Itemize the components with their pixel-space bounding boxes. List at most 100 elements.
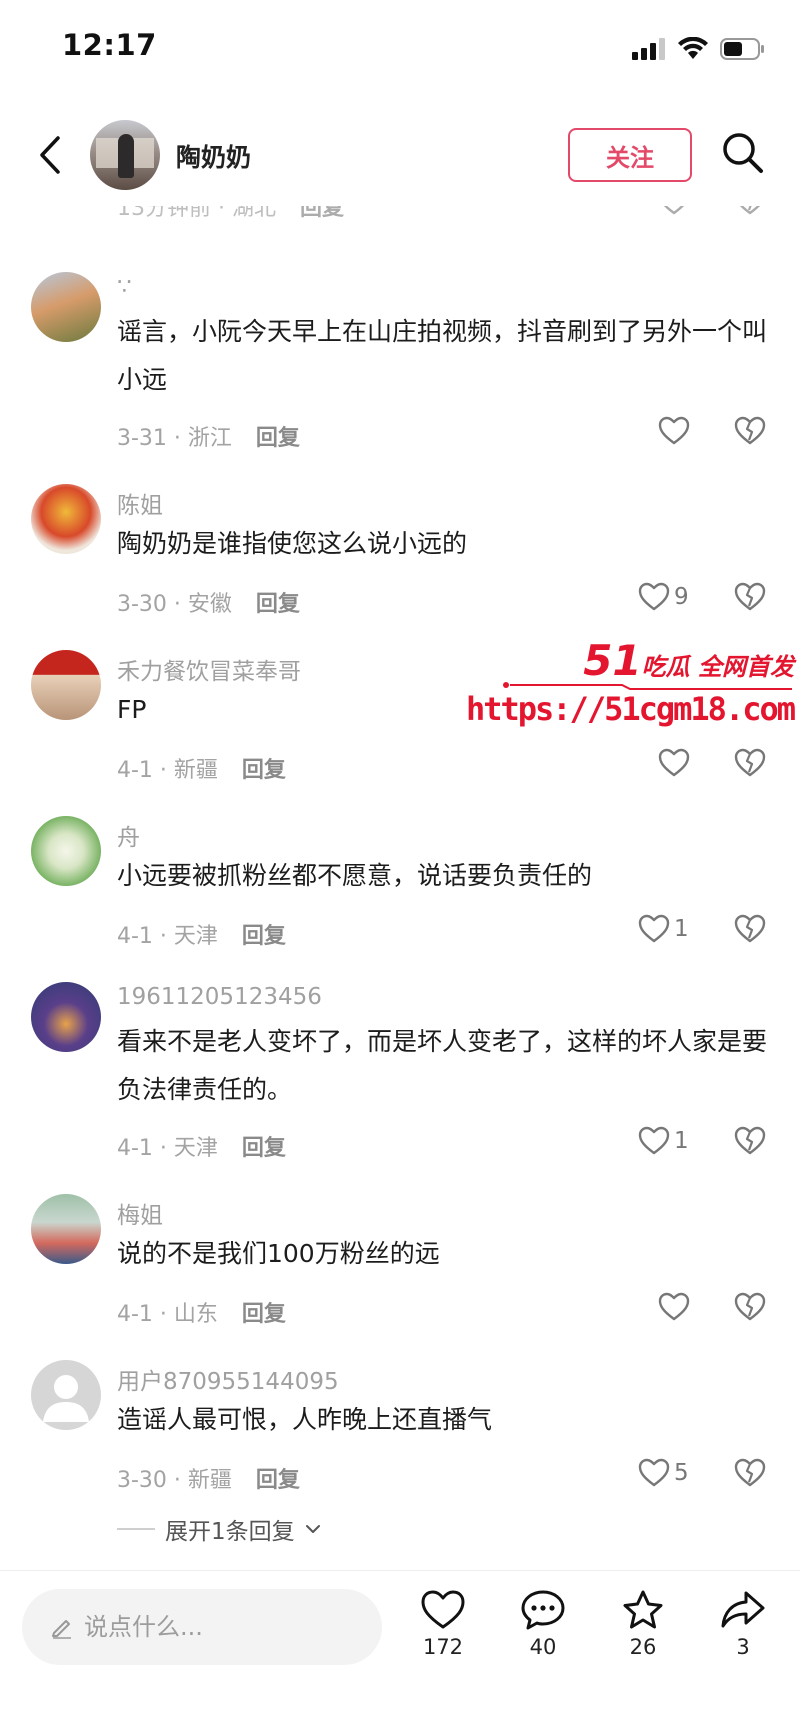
- favorite-count: 26: [629, 1635, 657, 1659]
- comment-meta: 3-30 · 新疆 回复: [117, 1468, 300, 1493]
- author-avatar[interactable]: [90, 120, 160, 190]
- search-button[interactable]: [720, 130, 770, 180]
- commenter-avatar[interactable]: [31, 272, 101, 342]
- like-count: 1: [674, 1128, 689, 1154]
- like-button[interactable]: 1: [638, 914, 689, 944]
- signal-icon: [632, 38, 665, 60]
- reply-button[interactable]: 回复: [242, 1136, 286, 1161]
- status-bar: 12:17: [0, 0, 800, 100]
- wifi-icon: [678, 37, 708, 59]
- like-count: 1: [674, 916, 689, 942]
- like-button[interactable]: 5: [638, 1458, 689, 1488]
- watermark: 51吃瓜 全网首发 https://51cgm18.com: [466, 636, 800, 736]
- watermark-url: https://51cgm18.com: [465, 690, 796, 728]
- heart-icon: [658, 416, 690, 445]
- battery-icon: [720, 38, 764, 60]
- follow-button[interactable]: 关注: [568, 128, 692, 182]
- comment-text: 陶奶奶是谁指使您这么说小远的: [117, 529, 468, 558]
- expand-replies-button[interactable]: 展开1条回复: [117, 1512, 321, 1546]
- status-time: 12:17: [62, 28, 157, 62]
- comment-text: 小远要被抓粉丝都不愿意，说话要负责任的: [117, 861, 593, 890]
- divider: [117, 1528, 155, 1530]
- favorite-action[interactable]: 26: [608, 1589, 678, 1659]
- comment-meta: 3-31 · 浙江 回复: [117, 426, 300, 451]
- comment-meta: 4-1 · 天津 回复: [117, 1136, 286, 1161]
- comment-text: 看来不是老人变坏了，而是坏人变老了，这样的坏人家是要负法律责任的。: [117, 1027, 768, 1104]
- like-count: 172: [422, 1635, 464, 1659]
- comment-meta: 3-30 · 安徽 回复: [117, 592, 300, 617]
- commenter-name[interactable]: 舟: [117, 818, 140, 852]
- like-button[interactable]: [658, 748, 690, 778]
- star-icon: [623, 1590, 663, 1629]
- heart-icon: [421, 1590, 465, 1629]
- comment-text: 说的不是我们100万粉丝的远: [117, 1239, 440, 1268]
- bottom-action-bar: 172 40 26 3: [0, 1570, 800, 1732]
- reply-button[interactable]: 回复: [256, 426, 300, 451]
- status-icons: [632, 34, 766, 64]
- heart-broken-icon[interactable]: [734, 582, 766, 612]
- like-count: 9: [674, 584, 689, 610]
- heart-icon: [638, 914, 670, 943]
- top-nav: 陶奶奶 关注: [0, 104, 800, 206]
- heart-broken-icon[interactable]: [734, 1292, 766, 1322]
- heart-broken-icon[interactable]: [734, 748, 766, 778]
- heart-icon: [638, 1126, 670, 1155]
- heart-broken-icon[interactable]: [734, 914, 766, 944]
- watermark-brand: 51吃瓜 全网首发: [583, 636, 794, 685]
- search-icon: [723, 133, 763, 173]
- comment-action[interactable]: 40: [508, 1589, 578, 1659]
- reply-button[interactable]: 回复: [242, 924, 286, 949]
- comment-meta: 13分钟前 · 湖北: [117, 206, 276, 221]
- comment-meta: 4-1 · 新疆 回复: [117, 758, 286, 783]
- commenter-avatar[interactable]: [31, 1360, 101, 1430]
- comment-list[interactable]: 13分钟前 · 湖北 回复 ∵ 谣言，小阮今天早上在山庄拍视频，抖音刷到了另外一个…: [0, 206, 800, 1570]
- comment-meta: 4-1 · 山东 回复: [117, 1302, 286, 1327]
- like-button[interactable]: 9: [638, 582, 689, 612]
- reply-button[interactable]: 回复: [256, 592, 300, 617]
- heart-broken-icon[interactable]: [734, 206, 766, 216]
- commenter-name[interactable]: 陈姐: [117, 486, 163, 520]
- back-button[interactable]: [30, 130, 70, 180]
- comment-count: 40: [529, 1635, 557, 1659]
- reply-button[interactable]: 回复: [242, 758, 286, 783]
- chevron-down-icon: [305, 1525, 320, 1533]
- like-count: 5: [674, 1460, 689, 1486]
- comment-input-box[interactable]: [22, 1589, 382, 1665]
- heart-icon: [638, 582, 670, 611]
- heart-icon[interactable]: [658, 206, 690, 216]
- like-button[interactable]: [658, 1292, 690, 1322]
- commenter-name[interactable]: 梅姐: [117, 1196, 163, 1230]
- like-button[interactable]: 1: [638, 1126, 689, 1156]
- commenter-name[interactable]: 禾力餐饮冒菜奉哥: [117, 652, 301, 686]
- commenter-name[interactable]: 用户870955144095: [117, 1362, 339, 1396]
- pencil-icon: [52, 1620, 71, 1639]
- like-action[interactable]: 172: [408, 1589, 478, 1659]
- like-button[interactable]: [658, 416, 690, 446]
- share-action[interactable]: 3: [708, 1589, 778, 1659]
- reply-button[interactable]: 回复: [256, 1468, 300, 1493]
- author-name[interactable]: 陶奶奶: [176, 138, 251, 174]
- commenter-name[interactable]: 19611205123456: [117, 984, 322, 1010]
- commenter-name[interactable]: ∵: [117, 274, 132, 300]
- reply-button[interactable]: 回复: [300, 206, 344, 221]
- expand-replies-label: 展开1条回复: [165, 1519, 295, 1545]
- heart-broken-icon[interactable]: [734, 1458, 766, 1488]
- comment-text: 谣言，小阮今天早上在山庄拍视频，抖音刷到了另外一个叫小远: [117, 317, 768, 394]
- comment-input[interactable]: [84, 1613, 364, 1641]
- commenter-avatar[interactable]: [31, 484, 101, 554]
- comment-text: 造谣人最可恨，人昨晚上还直播气: [117, 1405, 493, 1434]
- heart-icon: [658, 1292, 690, 1321]
- watermark-line: [503, 682, 792, 690]
- commenter-avatar[interactable]: [31, 650, 101, 720]
- heart-broken-icon[interactable]: [734, 1126, 766, 1156]
- partial-comment: 13分钟前 · 湖北 回复: [0, 206, 800, 232]
- heart-icon: [638, 1458, 670, 1487]
- commenter-avatar[interactable]: [31, 1194, 101, 1264]
- commenter-avatar[interactable]: [31, 982, 101, 1052]
- heart-icon: [658, 748, 690, 777]
- reply-button[interactable]: 回复: [242, 1302, 286, 1327]
- commenter-avatar[interactable]: [31, 816, 101, 886]
- heart-broken-icon[interactable]: [734, 416, 766, 446]
- share-count: 3: [736, 1635, 750, 1659]
- default-avatar-icon: [43, 1375, 89, 1422]
